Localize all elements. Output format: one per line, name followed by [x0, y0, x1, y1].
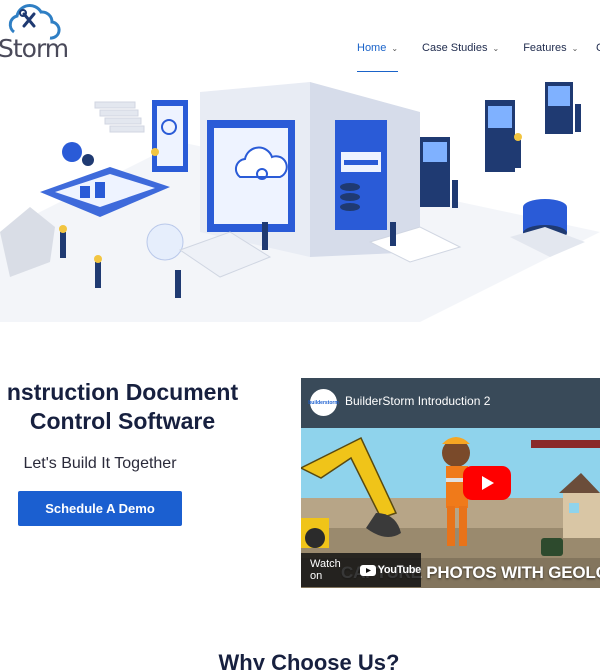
nav-item-case-studies[interactable]: Case Studies ⌄	[422, 42, 499, 54]
nav-item-label: Home	[357, 42, 387, 54]
watch-on-youtube-link[interactable]: Watch on YouTube	[301, 553, 421, 587]
channel-avatar[interactable]: builderstorm	[308, 389, 339, 416]
chevron-down-icon: ⌄	[391, 44, 399, 53]
watch-label: Watch on	[310, 558, 341, 582]
nav-item-features[interactable]: Features ⌄	[523, 42, 578, 54]
chevron-down-icon: ⌄	[492, 44, 500, 53]
youtube-wordmark: YouTube	[377, 564, 422, 576]
nav-item-label: Features	[523, 42, 567, 54]
play-icon	[482, 476, 494, 490]
hero-illustration	[0, 82, 600, 322]
headline-line-2: Control Software	[29, 408, 216, 434]
youtube-icon	[359, 564, 376, 576]
site-header: Storm Home ⌄ Case Studies ⌄ Features ⌄ C	[0, 0, 600, 82]
hero-tagline: Let's Build It Together	[23, 455, 177, 472]
video-embed[interactable]: builderstorm BuilderStorm Introduction 2…	[301, 378, 600, 588]
headline-line-1: nstruction Document	[6, 379, 239, 405]
section-title-why-choose-us: Why Choose Us?	[218, 650, 400, 670]
nav-item-label: Case Studies	[422, 42, 488, 54]
nav-item-home[interactable]: Home ⌄	[357, 42, 399, 72]
main-nav: Home ⌄ Case Studies ⌄ Features ⌄	[357, 42, 600, 72]
chevron-down-icon: ⌄	[571, 44, 579, 53]
hero-headline: nstruction Document Control Software	[0, 378, 255, 436]
video-title[interactable]: BuilderStorm Introduction 2	[345, 394, 490, 408]
isometric-office-illustration	[0, 82, 600, 322]
nav-item-truncated[interactable]: C	[596, 42, 600, 54]
schedule-demo-button[interactable]: Schedule A Demo	[18, 491, 182, 526]
play-button[interactable]	[463, 466, 511, 500]
youtube-logo: YouTube	[359, 564, 422, 576]
logo-wordmark[interactable]: Storm	[0, 34, 69, 63]
